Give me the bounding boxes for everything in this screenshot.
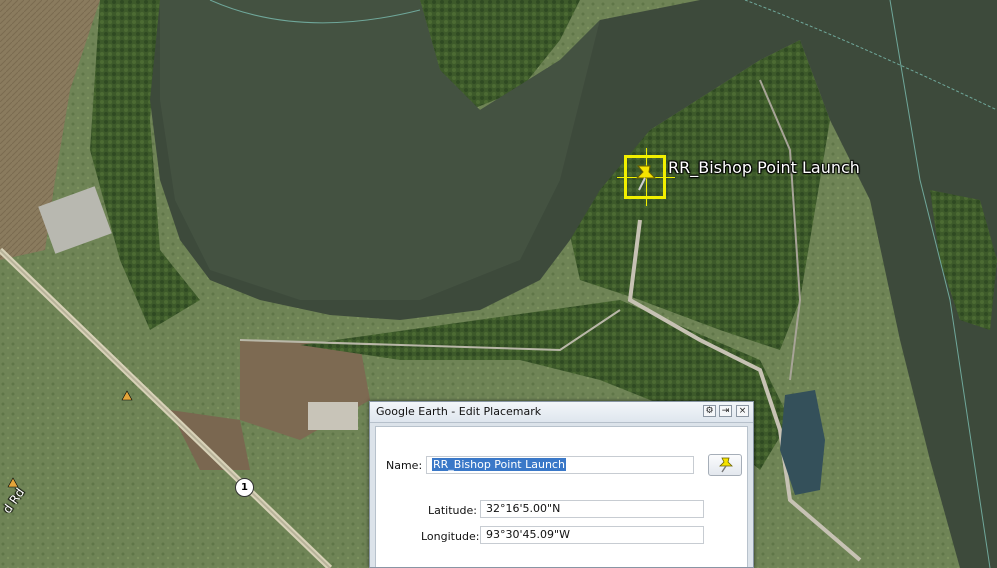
pin-icon[interactable]: ⇥ (719, 405, 732, 417)
dialog-title-bar[interactable]: Google Earth - Edit Placemark ⚙ ⇥ × (370, 402, 753, 423)
latitude-field[interactable]: 32°16'5.00"N (480, 500, 704, 518)
longitude-label: Longitude: (421, 530, 480, 543)
name-field-value: RR_Bishop Point Launch (432, 458, 566, 471)
longitude-field[interactable]: 93°30'45.09"W (480, 526, 704, 544)
dialog-title: Google Earth - Edit Placemark (376, 405, 542, 418)
edit-placemark-dialog: Google Earth - Edit Placemark ⚙ ⇥ × Name… (369, 401, 754, 568)
gear-icon[interactable]: ⚙ (703, 405, 716, 417)
route-shield: 1 (235, 478, 254, 497)
latitude-label: Latitude: (428, 504, 477, 517)
name-label: Name: (386, 459, 423, 472)
name-field[interactable]: RR_Bishop Point Launch (426, 456, 694, 474)
pushpin-icon (719, 457, 733, 473)
close-icon[interactable]: × (736, 405, 749, 417)
pushpin-icon[interactable] (630, 162, 662, 194)
placemark-icon-button[interactable] (708, 454, 742, 476)
placemark-label[interactable]: RR_Bishop Point Launch (668, 158, 860, 177)
dialog-body: Name: RR_Bishop Point Launch Latitude: 3… (375, 426, 748, 567)
picnic-area-icon[interactable] (121, 389, 133, 401)
